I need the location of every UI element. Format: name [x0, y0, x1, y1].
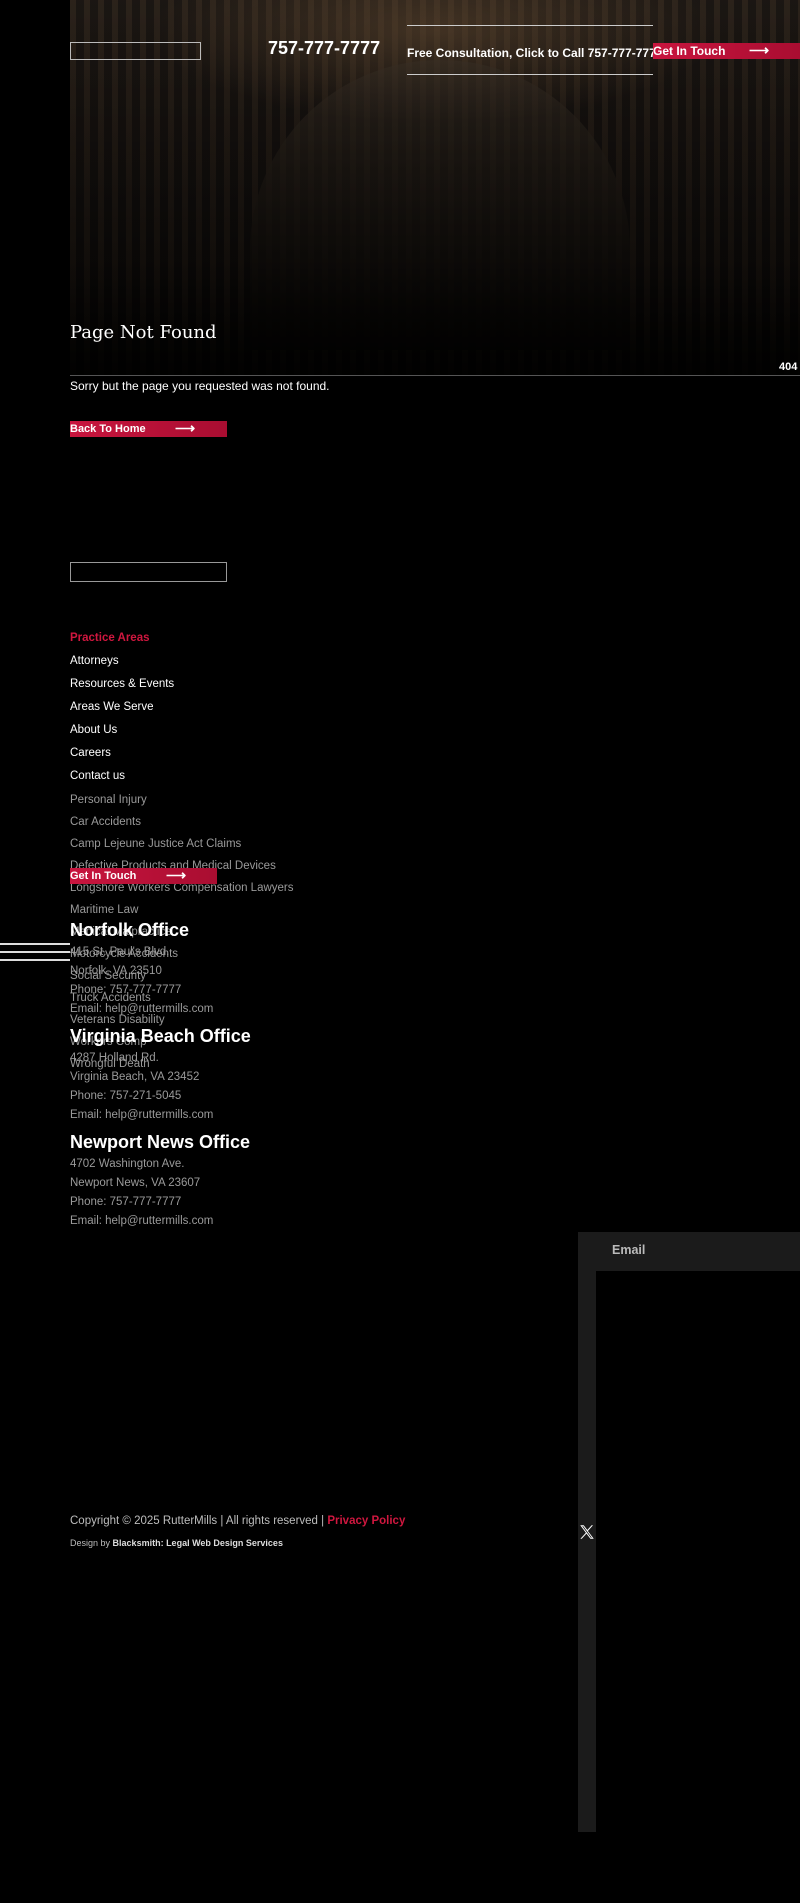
footer-nav-careers[interactable]: Careers	[70, 747, 111, 759]
email-signup-panel	[578, 1232, 800, 1832]
design-credit-link[interactable]: Blacksmith: Legal Web Design Services	[113, 1538, 283, 1548]
error-message: Sorry but the page you requested was not…	[70, 379, 330, 393]
back-to-home-label: Back To Home	[70, 423, 146, 435]
practice-area-link[interactable]: Camp Lejeune Justice Act Claims	[70, 838, 241, 850]
design-credit-line: Design by Blacksmith: Legal Web Design S…	[70, 1538, 283, 1548]
office-phone[interactable]: Phone: 757-777-7777	[70, 984, 181, 996]
header-phone[interactable]: 757-777-7777	[268, 38, 380, 59]
footer-nav-areas-we-serve[interactable]: Areas We Serve	[70, 701, 154, 713]
footer-get-in-touch-label: Get In Touch	[70, 870, 137, 882]
office-email[interactable]: Email: help@ruttermills.com	[70, 1109, 213, 1121]
page-title: Page Not Found	[70, 322, 217, 343]
footer-nav-practice-areas[interactable]: Practice Areas	[70, 632, 150, 644]
header-get-in-touch-button[interactable]: Get In Touch ⟶	[653, 42, 800, 59]
consultation-bar[interactable]: Free Consultation, Click to Call 757-777…	[407, 25, 662, 75]
arrow-right-icon: ⟶	[166, 867, 187, 883]
footer-nav-resources[interactable]: Resources & Events	[70, 678, 174, 690]
footer-nav-attorneys[interactable]: Attorneys	[70, 655, 119, 667]
copyright-text: Copyright © 2025 RutterMills | All right…	[70, 1515, 325, 1527]
office-phone[interactable]: Phone: 757-777-7777	[70, 1196, 181, 1208]
header-get-in-touch-label: Get In Touch	[653, 44, 726, 58]
office-city: Virginia Beach, VA 23452	[70, 1071, 200, 1083]
copyright-line: Copyright © 2025 RutterMills | All right…	[70, 1515, 405, 1527]
x-logo-icon[interactable]	[578, 1522, 596, 1542]
footer-nav-about-us[interactable]: About Us	[70, 724, 117, 736]
practice-area-link[interactable]: Maritime Law	[70, 904, 138, 916]
footer-logo[interactable]	[70, 562, 227, 582]
practice-area-link[interactable]: Personal Injury	[70, 794, 147, 806]
office-phone[interactable]: Phone: 757-271-5045	[70, 1090, 181, 1102]
office-email[interactable]: Email: help@ruttermills.com	[70, 1003, 213, 1015]
email-signup-body[interactable]	[596, 1271, 800, 1832]
office-address: 4702 Washington Ave.	[70, 1158, 185, 1170]
back-to-home-button[interactable]: Back To Home ⟶	[70, 420, 227, 437]
office-title: Virginia Beach Office	[70, 1026, 251, 1046]
office-title: Newport News Office	[70, 1132, 251, 1152]
error-code: 404	[779, 361, 798, 373]
practice-area-link[interactable]: Veterans Disability	[70, 1014, 165, 1026]
office-address: 415 St. Paul's Blvd.	[70, 946, 170, 958]
office-city: Newport News, VA 23607	[70, 1177, 201, 1189]
privacy-policy-link[interactable]: Privacy Policy	[327, 1515, 405, 1527]
office-title: Norfolk Office	[70, 920, 190, 940]
office-city: Norfolk, VA 23510	[70, 965, 162, 977]
email-label: Email	[612, 1243, 646, 1257]
footer-get-in-touch-button[interactable]: Get In Touch ⟶	[70, 867, 217, 884]
design-prefix: Design by	[70, 1538, 111, 1548]
arrow-right-icon: ⟶	[175, 420, 196, 436]
consultation-text[interactable]: Free Consultation, Click to Call 757-777…	[407, 46, 662, 60]
title-divider	[70, 375, 800, 376]
office-email[interactable]: Email: help@ruttermills.com	[70, 1215, 213, 1227]
practice-area-link[interactable]: Car Accidents	[70, 816, 141, 828]
arrow-right-icon: ⟶	[749, 42, 770, 58]
footer-nav-contact-us[interactable]: Contact us	[70, 770, 125, 782]
office-address: 4287 Holland Rd.	[70, 1052, 159, 1064]
site-logo[interactable]	[70, 42, 201, 60]
